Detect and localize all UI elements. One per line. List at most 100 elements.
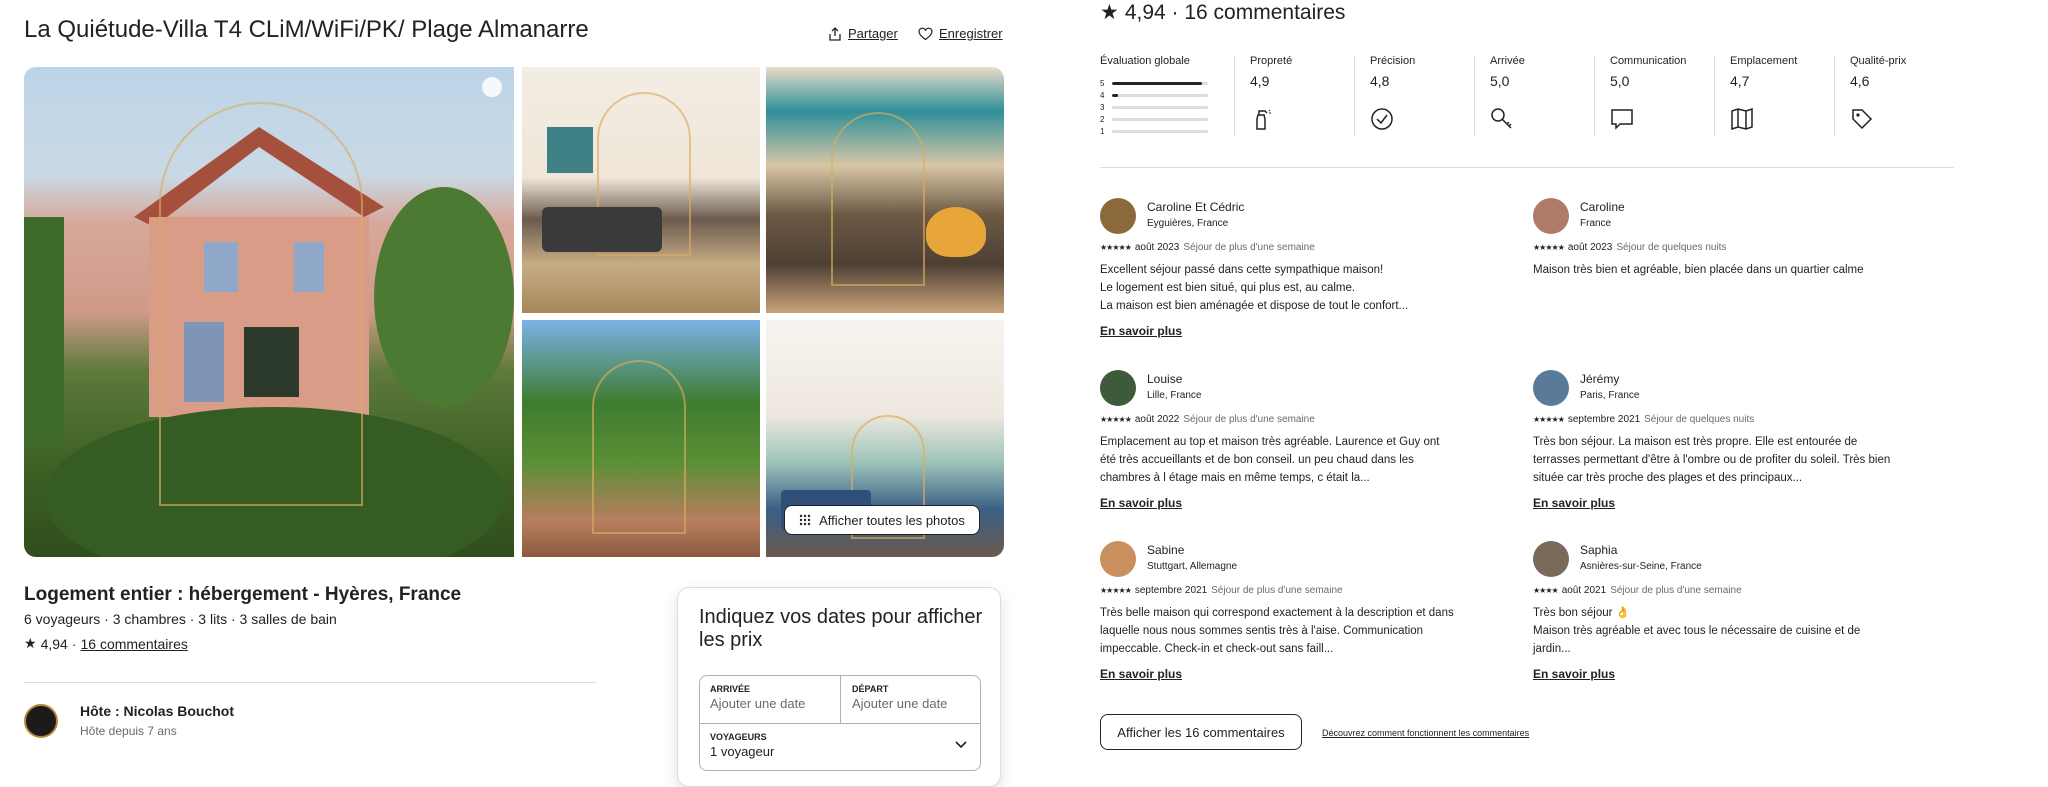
reviewer-avatar[interactable] xyxy=(1533,541,1569,577)
review-date: août 2023 xyxy=(1134,242,1180,253)
bar-track xyxy=(1112,129,1208,133)
review-card: Louise Lille, France ★★★★★ août 2022 Séj… xyxy=(1100,370,1460,520)
save-button[interactable]: Enregistrer xyxy=(918,26,1003,41)
review-stars: ★★★★★ xyxy=(1533,243,1565,252)
category-label: Arrivée xyxy=(1490,55,1525,67)
reviewer-avatar[interactable] xyxy=(1100,370,1136,406)
bar-row: 4 xyxy=(1100,89,1212,101)
star-icon: ★ xyxy=(24,635,37,651)
review-stars: ★★★★★ xyxy=(1100,243,1132,252)
bar-row: 3 xyxy=(1100,101,1212,113)
category-label: Emplacement xyxy=(1730,55,1798,67)
review-text: Très bon séjour 👌 Maison très agréable e… xyxy=(1533,607,1861,655)
show-all-photos-label: Afficher toutes les photos xyxy=(819,512,965,528)
grid-icon xyxy=(799,514,811,526)
listing-rating: ★ 4,94 · 16 commentaires xyxy=(24,635,188,652)
category-value: 4,8 xyxy=(1370,73,1390,89)
share-button[interactable]: Partager xyxy=(828,26,898,41)
review-card: Jérémy Paris, France ★★★★★ septembre 202… xyxy=(1533,370,1893,520)
reviewer-name: Caroline xyxy=(1580,200,1625,214)
main-photo[interactable] xyxy=(24,67,514,557)
divider xyxy=(24,682,596,683)
rating-separator: · xyxy=(71,635,77,652)
host-name: Hôte : Nicolas Bouchot xyxy=(80,703,235,719)
bar-row: 2 xyxy=(1100,113,1212,125)
photo-living-room[interactable] xyxy=(522,67,760,313)
arrival-field[interactable]: ARRIVÉE Ajouter une date xyxy=(710,684,805,711)
reviews-info-link[interactable]: Découvrez comment fonctionnent les comme… xyxy=(1322,728,1529,738)
category-accuracy: Précision 4,8 xyxy=(1370,55,1415,137)
category-value: 4,7 xyxy=(1730,73,1750,89)
booking-card: Indiquez vos dates pour afficher les pri… xyxy=(677,587,1001,787)
read-more-link[interactable]: En savoir plus xyxy=(1533,667,1615,681)
reviewer-name: Sabine xyxy=(1147,543,1185,557)
reviewer-name: Louise xyxy=(1147,372,1183,386)
divider xyxy=(1594,55,1595,137)
review-stars: ★★★★★ xyxy=(1533,415,1565,424)
review-stars: ★★★★★ xyxy=(1100,415,1132,424)
review-date: août 2022 xyxy=(1134,414,1180,425)
review-text: Très bon séjour. La maison est très prop… xyxy=(1533,436,1891,484)
bar-star: 1 xyxy=(1100,126,1105,136)
bar-fill xyxy=(1112,93,1118,97)
category-cleanliness: Propreté 4,9 xyxy=(1250,55,1292,137)
bar-track xyxy=(1112,117,1208,121)
star-icon: ★ xyxy=(1100,1,1119,24)
chat-bubble-icon xyxy=(1611,109,1633,130)
departure-label: DÉPART xyxy=(852,684,889,694)
guests-field[interactable]: VOYAGEURS 1 voyageur xyxy=(710,732,774,759)
bar-fill xyxy=(1112,81,1203,85)
reviewer-location: Paris, France xyxy=(1580,390,1640,401)
expand-icon[interactable] xyxy=(482,77,502,97)
review-text: Emplacement au top et maison très agréab… xyxy=(1100,436,1440,484)
bar-star: 4 xyxy=(1100,90,1105,100)
divider xyxy=(1474,55,1475,137)
review-date: août 2023 xyxy=(1567,242,1613,253)
overall-rating: Évaluation globale 5 4 3 2 1 xyxy=(1100,55,1220,137)
reviewer-location: Stuttgart, Allemagne xyxy=(1147,561,1238,572)
reviews-link[interactable]: 16 commentaires xyxy=(80,636,187,652)
bar-track xyxy=(1112,81,1208,85)
review-date: août 2021 xyxy=(1561,585,1607,596)
price-tag-icon xyxy=(1852,109,1873,130)
reviewer-avatar[interactable] xyxy=(1100,541,1136,577)
divider xyxy=(1714,55,1715,137)
reviewer-avatar[interactable] xyxy=(1533,198,1569,234)
show-all-reviews-button[interactable]: Afficher les 16 commentaires xyxy=(1100,714,1302,750)
divider xyxy=(1834,55,1835,137)
category-label: Communication xyxy=(1610,55,1687,67)
chevron-down-icon[interactable] xyxy=(954,740,968,750)
review-meta: ★★★★★ août 2023 Séjour de quelques nuits xyxy=(1533,242,1726,253)
photo-dining-room[interactable] xyxy=(766,67,1004,313)
divider xyxy=(1100,167,1954,168)
reviewer-location: France xyxy=(1580,218,1612,229)
review-card: Saphia Asnières-sur-Seine, France ★★★★ a… xyxy=(1533,541,1893,691)
category-checkin: Arrivée 5,0 xyxy=(1490,55,1525,137)
host-since: Hôte depuis 7 ans xyxy=(80,724,177,738)
read-more-link[interactable]: En savoir plus xyxy=(1100,324,1182,338)
read-more-link[interactable]: En savoir plus xyxy=(1100,496,1182,510)
review-card: Sabine Stuttgart, Allemagne ★★★★★ septem… xyxy=(1100,541,1460,691)
booking-prompt: Indiquez vos dates pour afficher les pri… xyxy=(699,606,983,651)
reviewer-avatar[interactable] xyxy=(1100,198,1136,234)
reviewer-avatar[interactable] xyxy=(1533,370,1569,406)
show-all-photos-button[interactable]: Afficher toutes les photos xyxy=(784,505,980,535)
category-label: Propreté xyxy=(1250,55,1293,67)
read-more-link[interactable]: En savoir plus xyxy=(1100,667,1182,681)
host-avatar[interactable] xyxy=(24,704,58,738)
save-label: Enregistrer xyxy=(939,26,1003,41)
listing-subtitle: Logement entier : hébergement - Hyères, … xyxy=(24,584,462,605)
reviewer-name: Caroline Et Cédric xyxy=(1147,200,1245,214)
photo-garden[interactable] xyxy=(522,320,760,557)
guests-label: VOYAGEURS xyxy=(710,732,767,742)
bar-track xyxy=(1112,93,1208,97)
bar-row: 5 xyxy=(1100,77,1212,89)
read-more-link[interactable]: En savoir plus xyxy=(1533,496,1615,510)
reviewer-location: Lille, France xyxy=(1147,390,1202,401)
share-icon xyxy=(829,26,841,41)
check-circle-icon xyxy=(1371,108,1393,130)
bar-row: 1 xyxy=(1100,125,1212,137)
bar-star: 3 xyxy=(1100,102,1105,112)
departure-field[interactable]: DÉPART Ajouter une date xyxy=(852,684,947,711)
review-date: septembre 2021 xyxy=(1134,585,1208,596)
